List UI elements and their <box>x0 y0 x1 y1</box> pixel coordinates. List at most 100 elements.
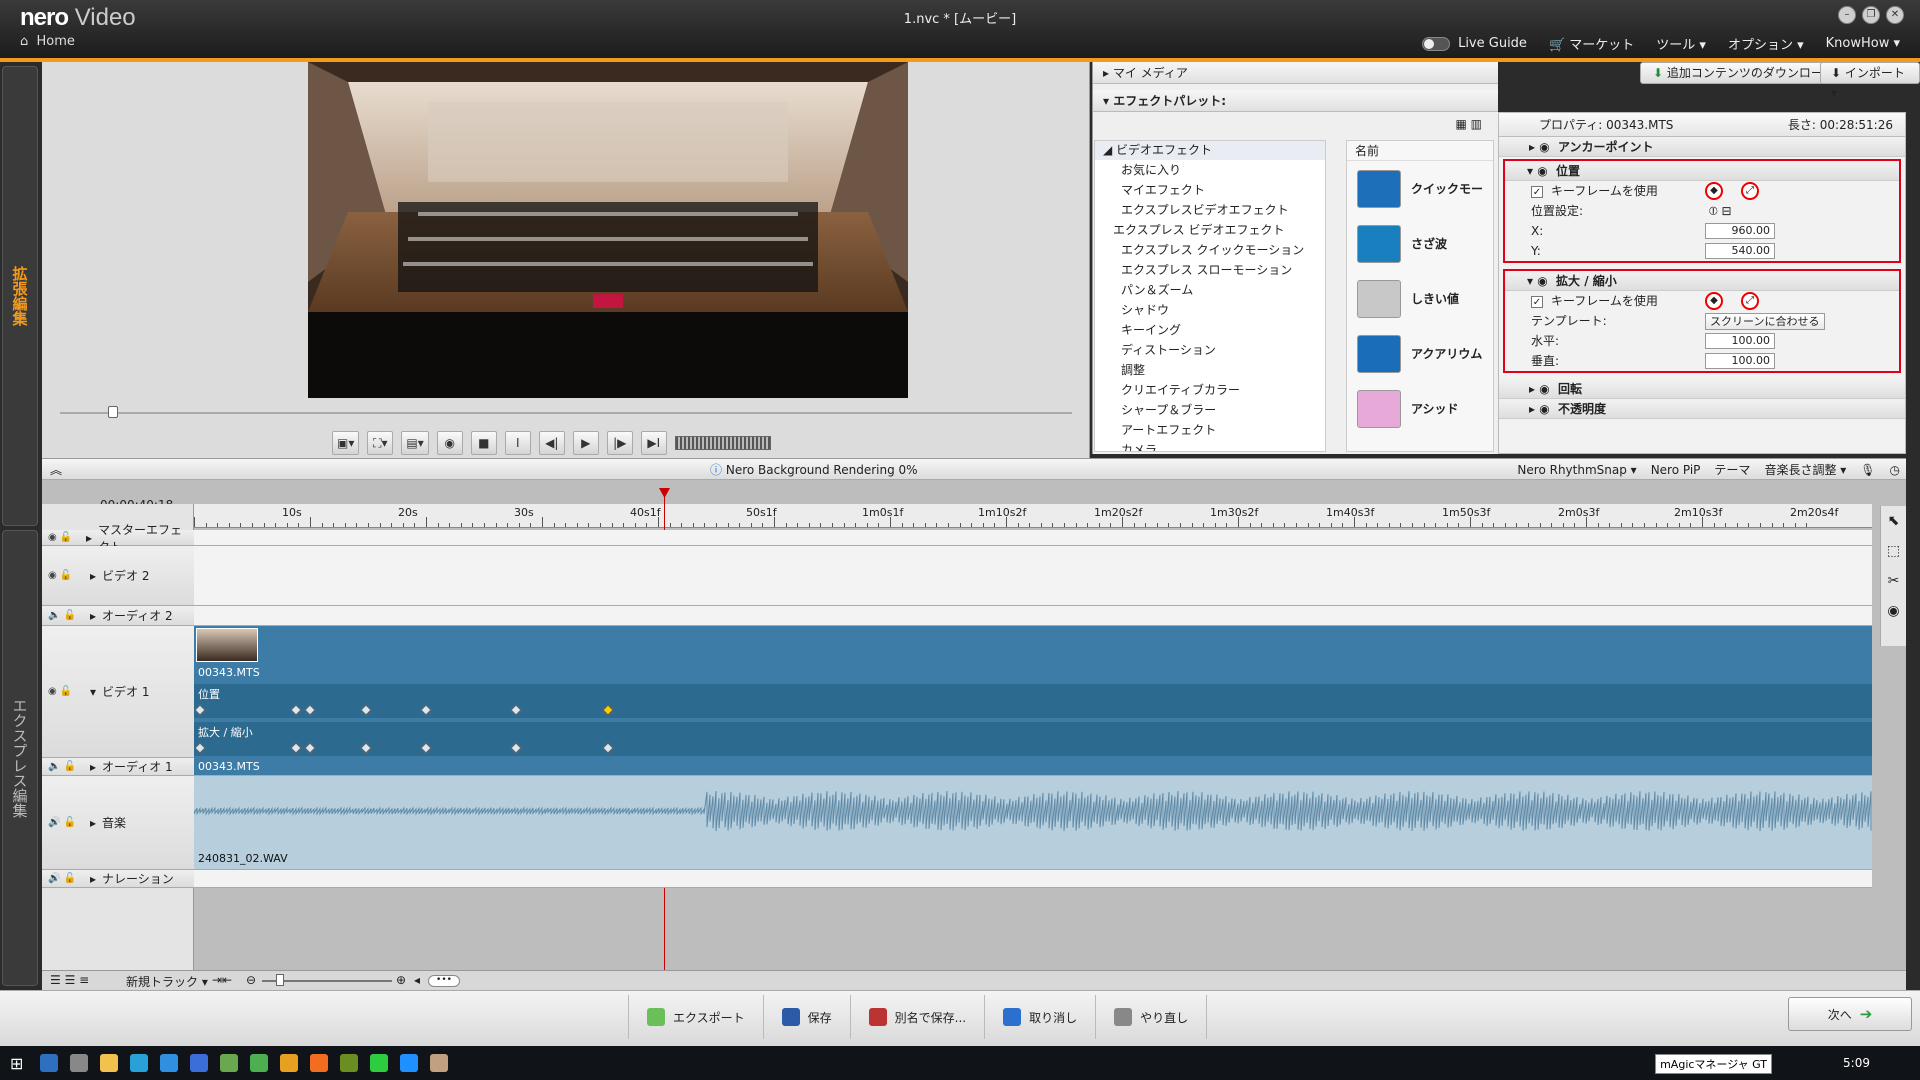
save-as-button[interactable]: 別名で保存... <box>849 995 984 1039</box>
track-view-icons[interactable]: ☰ ☰ ≡ <box>50 973 89 987</box>
track-lane[interactable]: 00343.MTS <box>194 758 1872 776</box>
track-visibility-lock-icons[interactable]: ◉ 🔓 <box>48 686 84 697</box>
mic-icon[interactable]: 🎙 <box>1860 459 1875 481</box>
track-lane[interactable] <box>194 606 1872 626</box>
x-input[interactable]: 960.00 <box>1705 223 1775 239</box>
track-lane[interactable] <box>194 530 1872 546</box>
effect-thumb-item[interactable]: さざ波 <box>1347 216 1493 271</box>
snapshot-button[interactable]: ◉ <box>436 431 463 455</box>
effect-category-item[interactable]: カメラ <box>1095 440 1325 451</box>
menu-market[interactable]: 🛒 マーケット <box>1549 34 1634 53</box>
effect-category-item[interactable]: エクスプレス クイックモーション <box>1095 240 1325 260</box>
vertical-input[interactable]: 100.00 <box>1705 353 1775 369</box>
export-button[interactable]: エクスポート <box>628 995 763 1039</box>
keyframe-marker[interactable] <box>304 704 316 716</box>
split-button[interactable]: I <box>504 431 531 455</box>
keyframe-marker[interactable] <box>304 742 316 754</box>
track-visibility-lock-icons[interactable]: ◉ 🔓 <box>48 532 80 543</box>
video-icon[interactable] <box>400 1054 418 1072</box>
add-keyframe-icon[interactable]: ◆ <box>1705 292 1723 310</box>
keyframe-marker[interactable] <box>290 704 302 716</box>
start-icon[interactable]: ⊞ <box>10 1054 28 1073</box>
track-visibility-lock-icons[interactable]: 🔊 🔓 <box>48 817 84 828</box>
line-icon[interactable] <box>370 1054 388 1072</box>
track-header[interactable]: 🔊 🔓 ▸ 音楽 <box>42 776 194 870</box>
menu-options[interactable]: オプション ▾ <box>1728 34 1804 53</box>
section-position[interactable]: ▾ ◉ 位置 <box>1505 161 1899 181</box>
track-visibility-lock-icons[interactable]: 🔈 🔓 <box>48 610 84 621</box>
track-expand-icon[interactable]: ▸ <box>86 531 92 545</box>
effect-category-item[interactable]: シャドウ <box>1095 300 1325 320</box>
keyframe-marker[interactable] <box>510 742 522 754</box>
tab-advanced-edit[interactable]: 拡張編集 <box>2 66 38 526</box>
position-keyframe-band[interactable]: 位置 <box>194 684 1872 718</box>
zoom-in-icon[interactable]: ⊕ <box>396 973 406 987</box>
preview-scrubber[interactable] <box>60 412 1072 414</box>
track-header[interactable]: 🔊 🔓 ▸ ナレーション <box>42 870 194 888</box>
snap-tool-icon[interactable]: ◉ <box>1881 596 1906 626</box>
track-expand-icon[interactable]: ▸ <box>90 609 96 623</box>
download-content-button[interactable]: ⬇ 追加コンテンツのダウンロード <box>1640 62 1848 84</box>
tab-express-edit[interactable]: エクスプレス編集 <box>2 530 38 986</box>
explorer-icon[interactable] <box>100 1054 118 1072</box>
end-button[interactable]: ▶I <box>640 431 667 455</box>
zoom-fit-icon[interactable]: ⇥⇤ <box>212 973 232 987</box>
keyframe-marker[interactable] <box>360 704 372 716</box>
tool-icon[interactable] <box>340 1054 358 1072</box>
play-button[interactable]: ▶ <box>572 431 599 455</box>
stop-button[interactable]: ■ <box>470 431 497 455</box>
task-view-icon[interactable] <box>70 1054 88 1072</box>
track-lane[interactable]: 00343.MTS 位置 拡大 / 縮小 <box>194 626 1872 764</box>
track-lane[interactable] <box>194 546 1872 606</box>
live-guide-toggle[interactable]: Live Guide <box>1422 36 1527 51</box>
track-lane[interactable] <box>194 870 1872 888</box>
select-tool-icon[interactable]: ⬉ <box>1881 506 1906 536</box>
fit-mode-button[interactable]: ⛶▾ <box>367 431 394 455</box>
store-icon[interactable] <box>130 1054 148 1072</box>
scale-keyframe-checkbox[interactable]: ✓ <box>1531 295 1543 308</box>
track-lane[interactable]: 240831_02.WAV <box>193 776 1872 870</box>
zoom-slider-handle[interactable] <box>276 974 284 986</box>
effect-category-item[interactable]: エクスプレスビデオエフェクト <box>1095 200 1325 220</box>
keyframe-marker[interactable] <box>360 742 372 754</box>
keyframe-marker[interactable] <box>602 742 614 754</box>
calculator-icon[interactable] <box>220 1054 238 1072</box>
maximize-button[interactable]: ❐ <box>1862 6 1880 24</box>
keyframe-marker[interactable] <box>420 704 432 716</box>
horizontal-input[interactable]: 100.00 <box>1705 333 1775 349</box>
music-fit-button[interactable]: 音楽長さ調整 ▾ <box>1764 459 1846 481</box>
track-visibility-lock-icons[interactable]: 🔊 🔓 <box>48 873 84 884</box>
minimize-button[interactable]: – <box>1838 6 1856 24</box>
track-expand-icon[interactable]: ▸ <box>90 872 96 886</box>
search-icon[interactable] <box>40 1054 58 1072</box>
video-preview[interactable] <box>308 62 908 398</box>
prev-frame-button[interactable]: ◀| <box>538 431 565 455</box>
next-frame-button[interactable]: |▶ <box>606 431 633 455</box>
marquee-tool-icon[interactable]: ⬚ <box>1881 536 1906 566</box>
effect-category-item[interactable]: ディストーション <box>1095 340 1325 360</box>
effect-category-item[interactable]: エクスプレス ビデオエフェクト <box>1095 220 1325 240</box>
display-mode-button[interactable]: ▣▾ <box>332 431 360 455</box>
layout-button[interactable]: ▤▾ <box>401 431 429 455</box>
keyframe-marker[interactable] <box>194 742 206 754</box>
keyframe-marker[interactable] <box>602 704 614 716</box>
redo-button[interactable]: やり直し <box>1095 995 1208 1039</box>
effect-category-item[interactable]: シャープ＆ブラー <box>1095 400 1325 420</box>
add-keyframe-icon[interactable]: ◆ <box>1705 182 1723 200</box>
track-header[interactable]: 🔈 🔓 ▸ オーディオ 2 <box>42 606 194 626</box>
align-icons[interactable]: ⦶ ⊟ <box>1709 201 1732 221</box>
theme-button[interactable]: テーマ <box>1714 459 1750 481</box>
effect-category-item[interactable]: パン＆ズーム <box>1095 280 1325 300</box>
track-expand-icon[interactable]: ▸ <box>90 760 96 774</box>
clock-icon[interactable]: ◷ <box>1890 459 1900 481</box>
playhead-handle[interactable] <box>659 488 670 498</box>
effect-palette-header[interactable]: ▾ エフェクトパレット: <box>1093 90 1498 112</box>
effect-category-item[interactable]: アートエフェクト <box>1095 420 1325 440</box>
magic-manager-tray[interactable]: mAgicマネージャ GT <box>1655 1054 1772 1074</box>
y-input[interactable]: 540.00 <box>1705 243 1775 259</box>
time-ruler[interactable]: 10s 20s 30s 40s1f 50s1f 1m0s1f 1m10s2f 1m20s2f 1… <box>194 504 1872 528</box>
track-expand-icon[interactable]: ▸ <box>90 816 96 830</box>
save-button[interactable]: 保存 <box>762 995 850 1039</box>
track-header[interactable]: 🔈 🔓 ▸ オーディオ 1 <box>42 758 194 776</box>
pip-button[interactable]: Nero PiP <box>1651 459 1701 481</box>
